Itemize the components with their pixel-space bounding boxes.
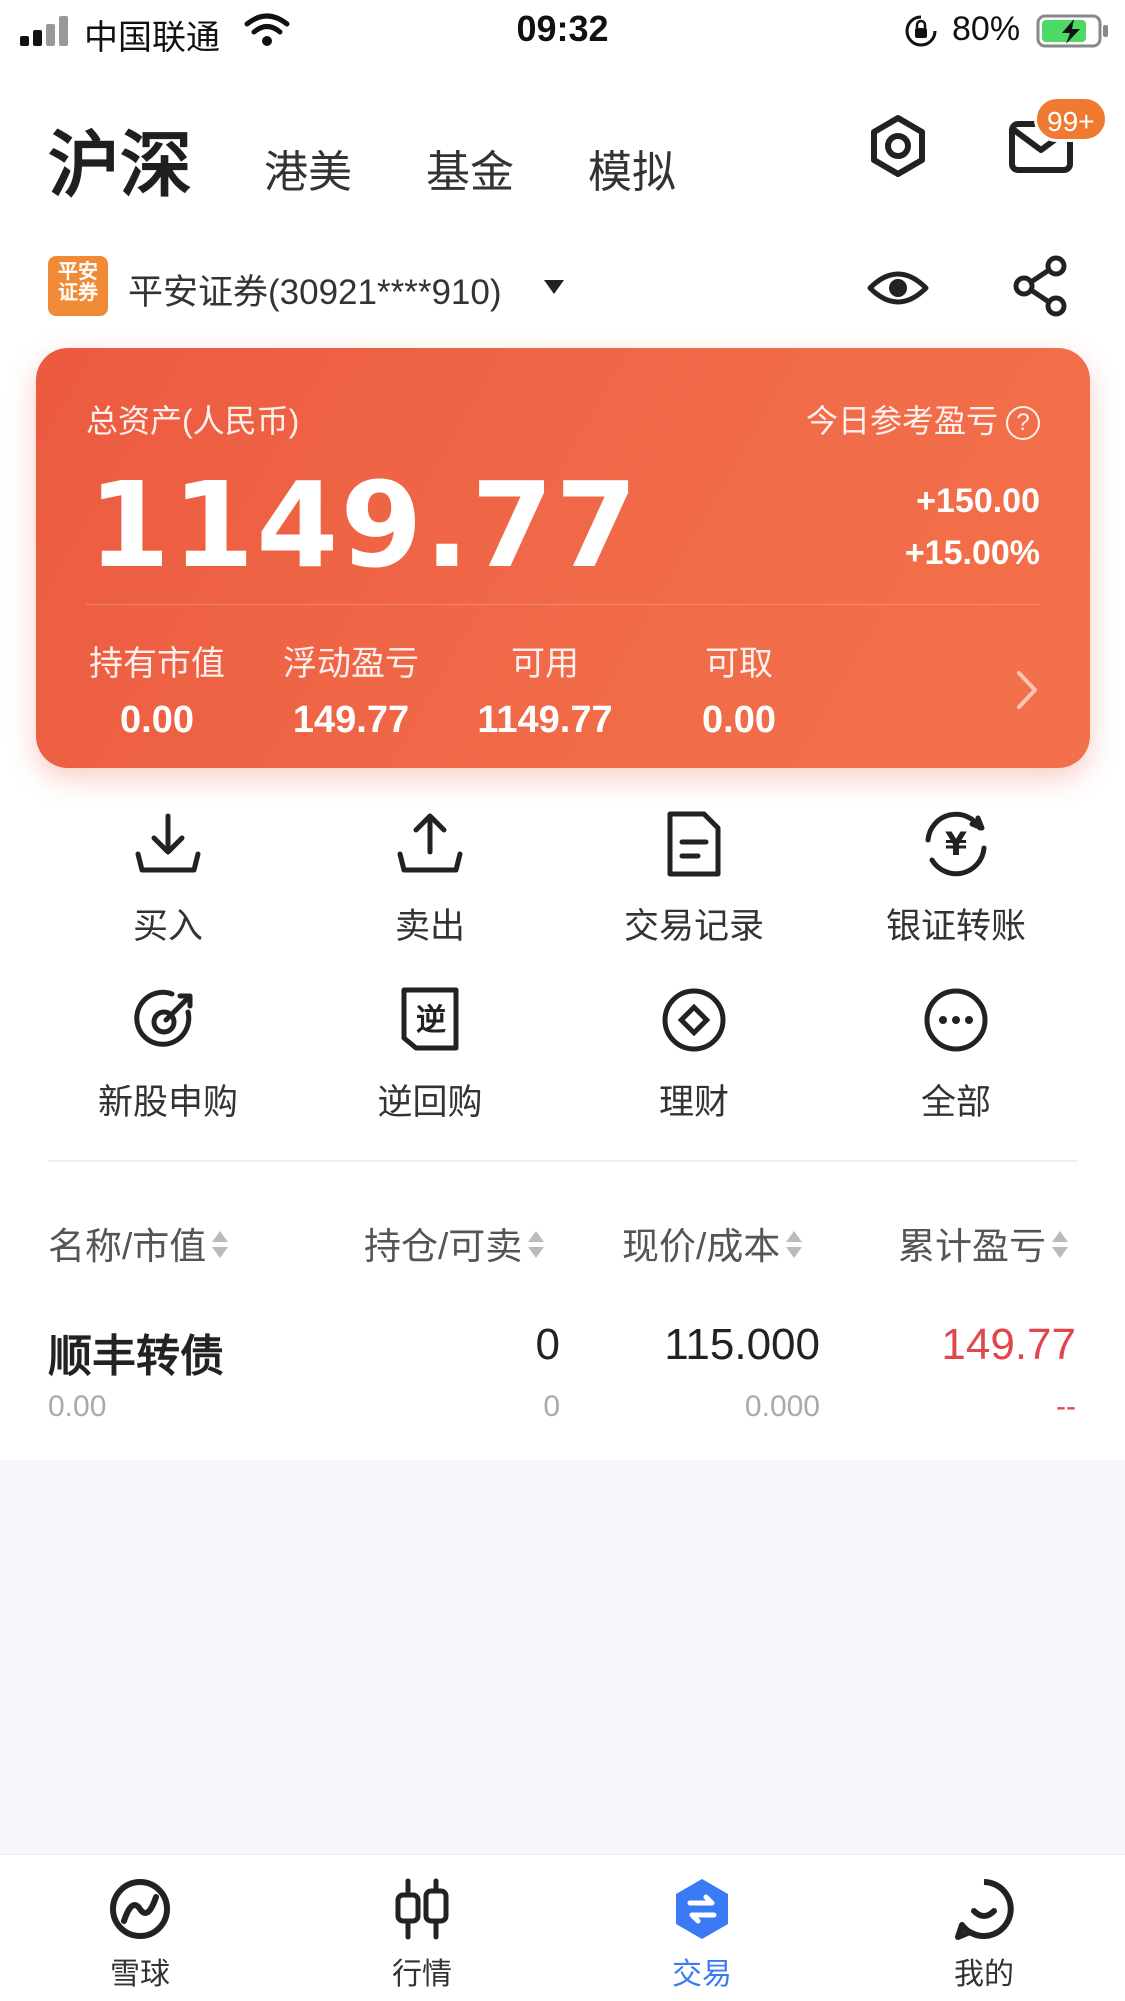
action-bank-transfer[interactable]: ¥ 银证转账 xyxy=(856,810,1056,949)
nav-market[interactable]: 行情 xyxy=(342,1877,502,1993)
snowball-icon xyxy=(110,1879,170,1939)
action-wealth[interactable]: 理财 xyxy=(594,986,794,1125)
buy-icon xyxy=(135,813,201,873)
share-icon[interactable] xyxy=(1012,254,1070,318)
stat-label: 可用 xyxy=(511,645,579,683)
stat-value: 149.77 xyxy=(292,699,410,741)
column-price-cost[interactable]: 现价/成本 xyxy=(622,1216,803,1270)
profile-icon xyxy=(955,1879,1014,1940)
action-sell[interactable]: 卖出 xyxy=(330,810,530,949)
today-pnl-amount: +150.00 xyxy=(916,482,1040,520)
sort-icon[interactable] xyxy=(786,1227,803,1263)
sort-icon[interactable] xyxy=(528,1227,545,1263)
stat-value: 0.00 xyxy=(120,699,194,741)
battery-icon xyxy=(1036,14,1108,48)
action-label: 银证转账 xyxy=(885,907,1026,946)
column-total-pnl[interactable]: 累计盈亏 xyxy=(898,1216,1068,1270)
asset-card[interactable]: 总资产(人民币) 今日参考盈亏? 1149.77 +150.00 +15.00%… xyxy=(36,348,1090,768)
reverse-repo-icon: 逆 xyxy=(401,987,459,1051)
action-label: 新股申购 xyxy=(97,1083,238,1122)
mail-badge: 99+ xyxy=(1034,96,1108,142)
action-reverse-repo[interactable]: 逆 逆回购 xyxy=(330,986,530,1125)
total-assets-value: 1149.77 xyxy=(88,456,640,594)
tab-hk-us[interactable]: 港美 xyxy=(264,136,352,200)
stat-value: 1149.77 xyxy=(477,699,613,741)
transfer-icon: ¥ xyxy=(925,811,987,877)
action-label: 理财 xyxy=(658,1083,729,1122)
help-icon[interactable]: ? xyxy=(1006,406,1040,440)
holding-name: 顺丰转债 xyxy=(48,1332,224,1381)
stat-label: 可取 xyxy=(705,645,773,683)
market-tabs: 沪深 港美 基金 模拟 xyxy=(0,100,1125,210)
account-selector[interactable]: 平安 证券 平安证券(30921****910) xyxy=(0,250,1125,330)
chevron-right-icon[interactable] xyxy=(1016,670,1038,710)
holding-total-pnl: 149.77 xyxy=(941,1320,1076,1369)
tab-fund[interactable]: 基金 xyxy=(426,136,514,200)
stat-available: 可用 1149.77 xyxy=(460,636,630,742)
action-label: 卖出 xyxy=(394,907,465,946)
stat-holding-value: 持有市值 0.00 xyxy=(72,636,242,742)
table-row[interactable]: 顺丰转债 0.00 0 0 115.000 0.000 149.77 -- xyxy=(0,1320,1125,1440)
more-icon xyxy=(924,988,988,1052)
action-trade-records[interactable]: 交易记录 xyxy=(594,810,794,949)
stat-floating-pnl: 浮动盈亏 149.77 xyxy=(266,636,436,742)
action-label: 交易记录 xyxy=(623,907,764,946)
action-ipo-subscribe[interactable]: 新股申购 xyxy=(68,986,268,1125)
action-all[interactable]: 全部 xyxy=(856,986,1056,1125)
tab-simulation[interactable]: 模拟 xyxy=(588,136,676,200)
tab-shanghai-shenzhen[interactable]: 沪深 xyxy=(48,106,192,211)
action-label: 买入 xyxy=(132,907,203,946)
today-pnl-label[interactable]: 今日参考盈亏? xyxy=(806,396,1040,442)
action-buy[interactable]: 买入 xyxy=(68,810,268,949)
account-name[interactable]: 平安证券(30921****910) xyxy=(128,264,502,315)
caret-down-icon[interactable] xyxy=(544,280,564,294)
settings-icon[interactable] xyxy=(866,114,930,178)
nav-snowball[interactable]: 雪球 xyxy=(60,1877,220,1993)
holding-position: 0 xyxy=(535,1320,560,1369)
nav-label: 行情 xyxy=(392,1958,452,1991)
today-pnl-percent: +15.00% xyxy=(904,534,1040,572)
status-bar: 中国联通 09:32 80% xyxy=(0,0,1125,62)
sell-icon xyxy=(397,813,463,873)
svg-text:¥: ¥ xyxy=(945,825,967,863)
stat-withdrawable: 可取 0.00 xyxy=(654,636,824,742)
holding-market-value: 0.00 xyxy=(48,1390,107,1423)
nav-label: 我的 xyxy=(954,1958,1014,1991)
column-name-value[interactable]: 名称/市值 xyxy=(48,1216,229,1270)
holding-price: 115.000 xyxy=(664,1320,820,1369)
sort-icon[interactable] xyxy=(1052,1227,1068,1263)
column-position-sellable[interactable]: 持仓/可卖 xyxy=(364,1216,545,1270)
section-divider xyxy=(48,1160,1077,1162)
bottom-nav: 雪球 行情 交易 我的 xyxy=(0,1854,1125,2001)
wealth-icon xyxy=(662,988,726,1052)
ipo-icon xyxy=(134,989,193,1047)
broker-logo: 平安 证券 xyxy=(48,256,108,316)
card-divider xyxy=(86,604,1040,605)
rotation-lock-icon xyxy=(905,15,937,47)
holdings-header: 名称/市值 持仓/可卖 现价/成本 累计盈亏 xyxy=(0,1216,1125,1276)
trade-icon xyxy=(676,1879,728,1939)
action-label: 全部 xyxy=(920,1083,991,1122)
stat-label: 持有市值 xyxy=(89,645,225,683)
nav-trade[interactable]: 交易 xyxy=(622,1877,782,1993)
record-icon xyxy=(667,811,721,877)
nav-profile[interactable]: 我的 xyxy=(904,1877,1064,1993)
eye-icon[interactable] xyxy=(866,260,930,316)
holding-sellable: 0 xyxy=(543,1390,560,1423)
stat-label: 浮动盈亏 xyxy=(283,645,419,683)
holding-cost: 0.000 xyxy=(744,1390,820,1423)
market-icon xyxy=(395,1878,449,1940)
reverse-repo-glyph: 逆 xyxy=(416,1003,446,1037)
nav-label: 雪球 xyxy=(110,1958,170,1991)
total-assets-label: 总资产(人民币) xyxy=(86,403,300,439)
nav-label: 交易 xyxy=(672,1958,732,1991)
sort-icon[interactable] xyxy=(212,1227,229,1263)
stat-value: 0.00 xyxy=(702,699,776,741)
holding-pnl-percent: -- xyxy=(1056,1390,1076,1423)
action-label: 逆回购 xyxy=(377,1083,483,1122)
battery-percent: 80% xyxy=(952,10,1021,48)
